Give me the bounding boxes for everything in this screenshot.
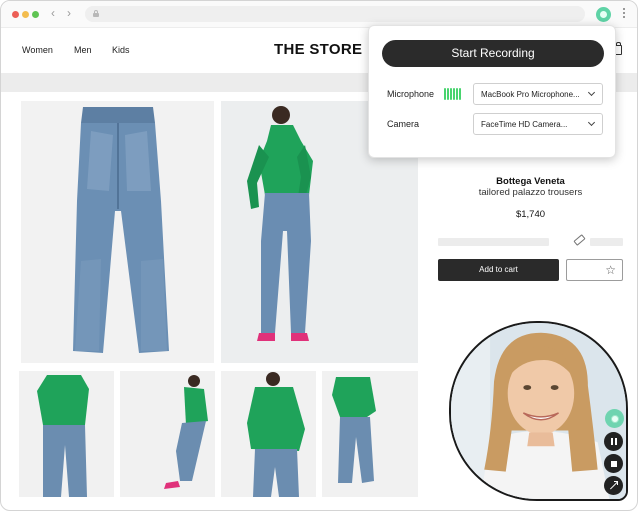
model-front-photo	[19, 371, 114, 497]
microphone-select[interactable]: MacBook Pro Microphone...	[473, 83, 603, 105]
more-vertical-icon[interactable]	[622, 7, 626, 21]
extension-icon[interactable]	[605, 409, 624, 428]
back-arrow-icon[interactable]: ‹	[47, 6, 59, 20]
size-guide-link[interactable]	[590, 238, 623, 246]
store-logo[interactable]: THE STORE	[274, 41, 362, 58]
size-selector[interactable]	[438, 238, 549, 246]
camera-select[interactable]: FaceTime HD Camera...	[473, 113, 603, 135]
recording-popup: Start Recording Microphone MacBook Pro M…	[368, 25, 616, 158]
product-thumbnail[interactable]	[322, 371, 418, 497]
wishlist-button[interactable]: ☆	[566, 259, 623, 281]
add-to-cart-button[interactable]: Add to cart	[438, 259, 559, 281]
model-side-photo	[120, 371, 215, 497]
lock-icon	[93, 10, 99, 17]
nav-link-kids[interactable]: Kids	[112, 45, 130, 55]
product-thumbnail[interactable]	[221, 371, 316, 497]
star-icon: ☆	[605, 263, 616, 277]
address-bar[interactable]	[85, 6, 585, 22]
pause-icon[interactable]	[604, 432, 623, 451]
camera-preview-bubble[interactable]	[449, 321, 628, 501]
nav-link-women[interactable]: Women	[22, 45, 53, 55]
product-thumbnail[interactable]	[120, 371, 215, 497]
product-price: $1,740	[515, 209, 546, 220]
chevron-down-icon	[587, 88, 596, 97]
product-image-main[interactable]	[21, 101, 214, 363]
nav-link-men[interactable]: Men	[74, 45, 92, 55]
browser-window: ‹ › Women Men Kids THE STORE Bottega Ven…	[0, 0, 638, 511]
extension-icon[interactable]	[596, 7, 611, 22]
close-window-button[interactable]	[12, 11, 19, 18]
maximize-window-button[interactable]	[32, 11, 39, 18]
stop-icon[interactable]	[604, 454, 623, 473]
product-brand: Bottega Veneta	[496, 176, 565, 187]
camera-select-value: FaceTime HD Camera...	[481, 120, 568, 129]
microphone-label: Microphone	[387, 89, 435, 99]
minimize-window-button[interactable]	[22, 11, 29, 18]
model-detail-photo	[322, 371, 418, 497]
product-name: tailored palazzo trousers	[478, 187, 583, 198]
jeans-photo	[21, 101, 214, 363]
mic-level-meter	[444, 88, 464, 100]
webcam-face	[451, 323, 626, 499]
ruler-icon[interactable]	[573, 234, 586, 246]
camera-label: Camera	[387, 119, 420, 129]
forward-arrow-icon[interactable]: ›	[63, 6, 75, 20]
expand-icon[interactable]	[604, 476, 623, 495]
model-back-photo	[221, 371, 316, 497]
product-thumbnail[interactable]	[19, 371, 114, 497]
browser-toolbar: ‹ ›	[1, 1, 637, 28]
microphone-select-value: MacBook Pro Microphone...	[481, 90, 580, 99]
start-recording-button[interactable]: Start Recording	[382, 40, 604, 67]
chevron-down-icon	[587, 118, 596, 127]
